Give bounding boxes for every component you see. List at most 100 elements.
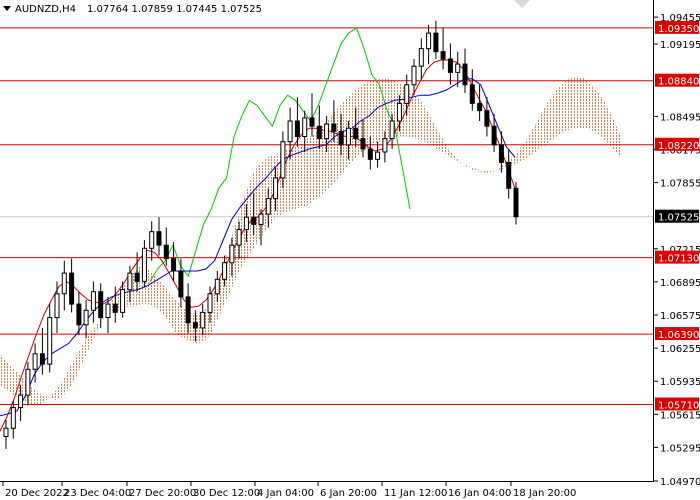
level-badge-label: 1.05710 <box>658 401 699 412</box>
y-tick-label: 1.06895 <box>660 278 700 289</box>
candle-body <box>345 127 351 146</box>
candle-body <box>25 368 31 396</box>
y-tick-label: 1.05295 <box>660 443 700 454</box>
level-badge-label: 1.06390 <box>658 330 699 341</box>
y-tick-label: 1.05935 <box>660 377 700 388</box>
candle-body <box>222 262 228 280</box>
candle-body <box>513 187 519 218</box>
candle-body <box>338 130 344 146</box>
candle-body <box>396 102 402 122</box>
chart: 1.09455 1.09195 1.08495 1.08175 1.07855 1.072… <box>0 0 700 500</box>
candle-body <box>462 63 468 86</box>
candle-body <box>178 270 184 298</box>
current-price-label: 1.07525 <box>658 213 699 224</box>
candle-body <box>491 125 497 146</box>
candle-body <box>120 289 126 313</box>
x-tick-label: 23 Dec 04:00 <box>64 488 131 499</box>
candle-body <box>171 258 177 272</box>
candle-body <box>69 272 75 305</box>
plot-background <box>0 0 700 500</box>
candle-body <box>455 63 461 73</box>
candle-body <box>331 123 337 132</box>
level-badge-label: 1.09350 <box>658 24 699 35</box>
candle-body <box>324 123 330 140</box>
y-tick-label: 1.06255 <box>660 344 700 355</box>
level-badge-label: 1.08840 <box>658 77 699 88</box>
candle-body <box>185 296 191 324</box>
candle-body <box>440 51 446 60</box>
candle-body <box>98 291 104 319</box>
x-tick-label: 20 Dec 2022 <box>5 488 69 499</box>
candle-body <box>192 322 198 329</box>
candle-body <box>10 407 16 429</box>
candle-body <box>469 84 475 104</box>
candle-body <box>39 353 45 365</box>
candle-body <box>18 394 24 409</box>
y-tick-label: 1.09195 <box>660 40 700 51</box>
candle-body <box>353 127 359 140</box>
candle-body <box>156 231 162 246</box>
candle-body <box>302 117 308 138</box>
candle-body <box>382 138 388 153</box>
candle-body <box>214 278 220 295</box>
candle-body <box>411 65 417 86</box>
candle-body <box>141 247 147 282</box>
candle-body <box>83 309 89 326</box>
x-tick-label: 27 Dec 20:00 <box>129 488 196 499</box>
candle-body <box>127 272 133 291</box>
candle-body <box>265 198 271 215</box>
candle-body <box>484 110 490 127</box>
candle-body <box>447 58 453 73</box>
candle-body <box>32 353 38 370</box>
candle-body <box>273 177 279 200</box>
candle-body <box>3 427 9 438</box>
candle-body <box>112 303 118 313</box>
candle-body <box>163 244 169 260</box>
candle-body <box>149 231 155 249</box>
candle-body <box>251 216 257 225</box>
candle-body <box>389 120 395 140</box>
candle-body <box>207 293 213 313</box>
candle-body <box>367 148 373 160</box>
candle-body <box>360 138 366 150</box>
candle-body <box>243 216 249 231</box>
candle-body <box>287 120 293 143</box>
candle-body <box>477 102 483 112</box>
x-tick-label: 30 Dec 12:00 <box>193 488 260 499</box>
candle-body <box>54 293 60 319</box>
candle-body <box>105 303 111 319</box>
y-tick-label: 1.04970 <box>660 477 700 488</box>
x-tick-label: 6 Jan 20:00 <box>320 488 377 499</box>
candle-body <box>404 84 410 104</box>
candle-body <box>426 32 432 50</box>
x-tick-label: 11 Jan 12:00 <box>384 488 447 499</box>
candle-body <box>433 32 439 53</box>
candle-body <box>47 317 53 365</box>
y-tick-label: 1.06575 <box>660 311 700 322</box>
candle-body <box>229 244 235 264</box>
x-tick-label: 18 Jan 20:00 <box>513 488 576 499</box>
chart-symbol: AUDNZD,H4 <box>15 4 76 15</box>
x-tick-label: 4 Jan 04:00 <box>257 488 314 499</box>
candle-body <box>506 161 512 189</box>
candle-body <box>498 144 504 163</box>
candle-body <box>134 272 140 282</box>
y-tick-label: 1.08495 <box>660 112 700 123</box>
y-tick-label: 1.05615 <box>660 410 700 421</box>
candle-body <box>316 125 322 140</box>
chart-canvas: 1.094551.091951.084951.081751.078551.072… <box>0 0 700 500</box>
candle-body <box>61 272 67 295</box>
candle-body <box>280 141 286 179</box>
candle-body <box>76 303 82 326</box>
x-tick-label: 16 Jan 04:00 <box>448 488 511 499</box>
candle-body <box>418 48 424 67</box>
candle-body <box>200 311 206 329</box>
candle-body <box>375 151 381 160</box>
candle-body <box>236 229 242 246</box>
candle-body <box>90 291 96 311</box>
candle-body <box>309 117 315 127</box>
level-badge-label: 1.08220 <box>658 141 699 152</box>
chart-ohlc: 1.07764 1.07859 1.07445 1.07525 <box>87 4 262 15</box>
y-tick-label: 1.07855 <box>660 179 700 190</box>
level-badge-label: 1.07130 <box>658 254 699 265</box>
